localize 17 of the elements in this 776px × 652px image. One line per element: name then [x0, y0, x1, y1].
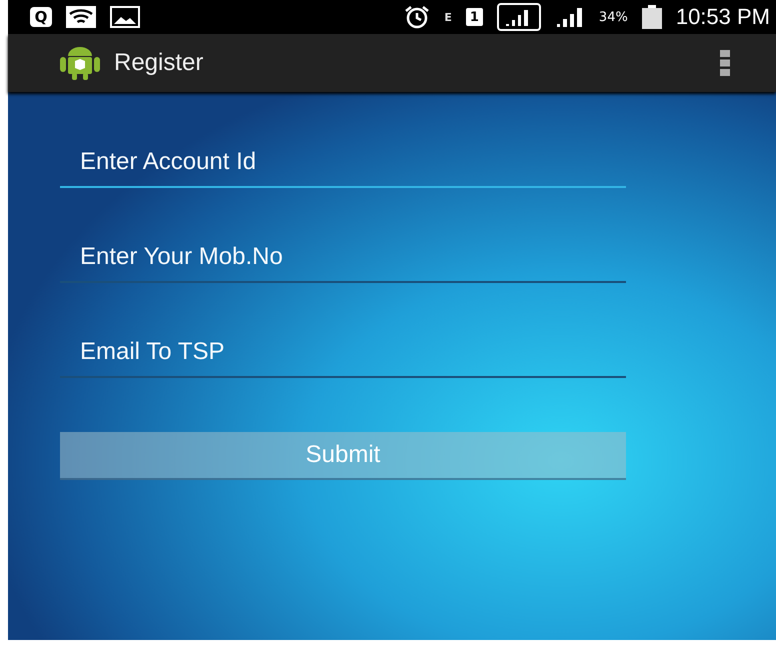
- network-type: E: [444, 12, 452, 22]
- signal-icon: [496, 3, 541, 31]
- battery-icon: [642, 5, 662, 29]
- notification-icon: Q: [30, 7, 52, 27]
- sim-slot: 1: [466, 8, 483, 26]
- battery-percent: 34%: [598, 10, 628, 24]
- android-robot-icon: [60, 46, 100, 80]
- signal-icon: [554, 6, 585, 28]
- submit-button[interactable]: Submit: [60, 432, 626, 480]
- clock-time: 10:53 PM: [676, 4, 770, 30]
- input-field[interactable]: Email To TSP: [60, 326, 626, 378]
- wifi-icon: [66, 6, 96, 28]
- input-field[interactable]: Enter Your Mob.No: [60, 231, 626, 283]
- screen-title: Register: [114, 49, 204, 77]
- image-icon: [110, 6, 140, 28]
- alarm-clock-icon: [404, 5, 430, 29]
- input-field[interactable]: Enter Account Id: [60, 136, 626, 188]
